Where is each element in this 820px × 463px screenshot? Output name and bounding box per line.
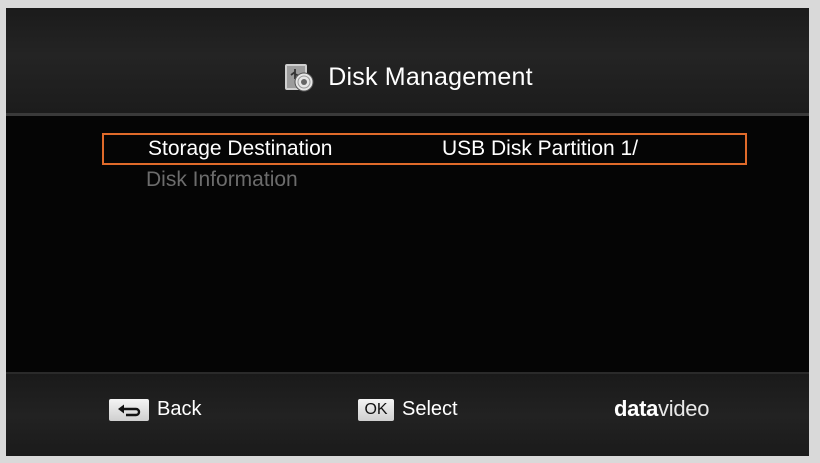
menu-item-label: Storage Destination	[148, 137, 333, 160]
usb-disk-icon	[285, 64, 314, 92]
header-bar: Disk Management	[6, 8, 809, 116]
return-arrow-icon	[118, 404, 141, 416]
logo-part-video: video	[658, 396, 710, 421]
select-button[interactable]: OK Select	[358, 398, 458, 421]
back-button[interactable]: Back	[109, 398, 201, 421]
datavideo-logo: datavideo	[614, 396, 709, 422]
menu-screen: Disk Management Storage Destination USB …	[6, 8, 809, 456]
menu-item-storage-destination[interactable]: Storage Destination USB Disk Partition 1…	[102, 133, 747, 165]
menu-item-disk-information[interactable]: Disk Information	[102, 164, 747, 196]
header-title-group: Disk Management	[6, 60, 809, 94]
page-title: Disk Management	[328, 62, 533, 91]
menu-list: Storage Destination USB Disk Partition 1…	[6, 116, 809, 372]
menu-item-value: USB Disk Partition 1/	[442, 137, 639, 160]
select-label: Select	[402, 398, 458, 420]
return-key	[109, 398, 149, 421]
back-label: Back	[157, 398, 202, 420]
menu-item-label: Disk Information	[146, 168, 298, 191]
ok-key: OK	[358, 398, 394, 421]
logo-part-data: data	[614, 396, 659, 421]
footer-bar: Back OK Select datavideo	[6, 372, 809, 456]
